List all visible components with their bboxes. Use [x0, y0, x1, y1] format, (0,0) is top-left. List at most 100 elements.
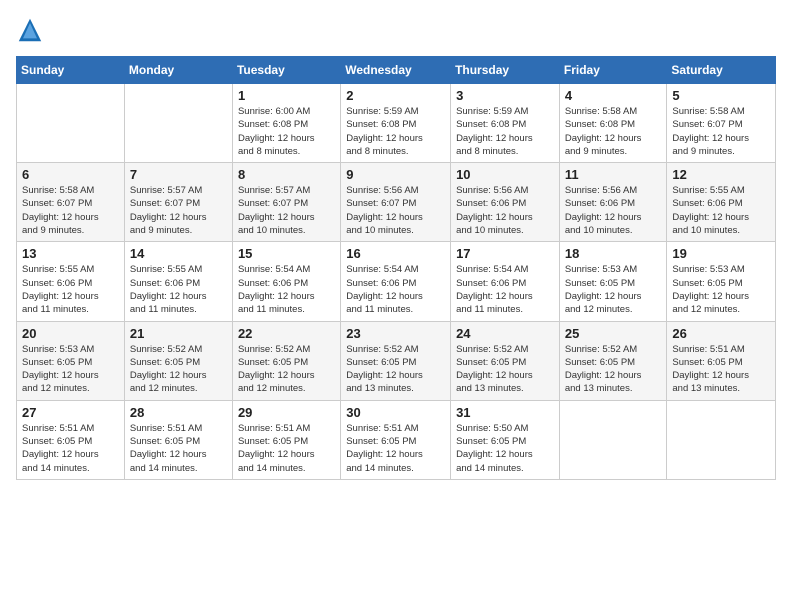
- day-info: Sunrise: 5:53 AM Sunset: 6:05 PM Dayligh…: [565, 263, 662, 316]
- calendar-cell: [667, 400, 776, 479]
- day-info: Sunrise: 5:56 AM Sunset: 6:06 PM Dayligh…: [565, 184, 662, 237]
- week-row-5: 27 Sunrise: 5:51 AM Sunset: 6:05 PM Dayli…: [17, 400, 776, 479]
- calendar-cell: 27 Sunrise: 5:51 AM Sunset: 6:05 PM Dayli…: [17, 400, 125, 479]
- day-info: Sunrise: 5:54 AM Sunset: 6:06 PM Dayligh…: [346, 263, 445, 316]
- day-number: 2: [346, 88, 445, 103]
- calendar-table: SundayMondayTuesdayWednesdayThursdayFrid…: [16, 56, 776, 480]
- day-info: Sunrise: 5:56 AM Sunset: 6:06 PM Dayligh…: [456, 184, 554, 237]
- day-info: Sunrise: 5:51 AM Sunset: 6:05 PM Dayligh…: [238, 422, 335, 475]
- day-info: Sunrise: 5:54 AM Sunset: 6:06 PM Dayligh…: [456, 263, 554, 316]
- calendar-cell: 14 Sunrise: 5:55 AM Sunset: 6:06 PM Dayli…: [124, 242, 232, 321]
- day-info: Sunrise: 5:58 AM Sunset: 6:07 PM Dayligh…: [22, 184, 119, 237]
- day-number: 9: [346, 167, 445, 182]
- calendar-cell: 3 Sunrise: 5:59 AM Sunset: 6:08 PM Daylig…: [451, 84, 560, 163]
- week-row-4: 20 Sunrise: 5:53 AM Sunset: 6:05 PM Dayli…: [17, 321, 776, 400]
- day-number: 6: [22, 167, 119, 182]
- day-number: 28: [130, 405, 227, 420]
- day-number: 19: [672, 246, 770, 261]
- calendar-cell: [17, 84, 125, 163]
- week-row-1: 1 Sunrise: 6:00 AM Sunset: 6:08 PM Daylig…: [17, 84, 776, 163]
- header-monday: Monday: [124, 57, 232, 84]
- day-number: 20: [22, 326, 119, 341]
- calendar-cell: 22 Sunrise: 5:52 AM Sunset: 6:05 PM Dayli…: [232, 321, 340, 400]
- calendar-cell: 17 Sunrise: 5:54 AM Sunset: 6:06 PM Dayli…: [451, 242, 560, 321]
- day-number: 21: [130, 326, 227, 341]
- day-number: 3: [456, 88, 554, 103]
- week-row-2: 6 Sunrise: 5:58 AM Sunset: 6:07 PM Daylig…: [17, 163, 776, 242]
- day-info: Sunrise: 5:55 AM Sunset: 6:06 PM Dayligh…: [672, 184, 770, 237]
- header-row: SundayMondayTuesdayWednesdayThursdayFrid…: [17, 57, 776, 84]
- day-info: Sunrise: 5:52 AM Sunset: 6:05 PM Dayligh…: [130, 343, 227, 396]
- day-number: 18: [565, 246, 662, 261]
- day-info: Sunrise: 5:54 AM Sunset: 6:06 PM Dayligh…: [238, 263, 335, 316]
- calendar-cell: 19 Sunrise: 5:53 AM Sunset: 6:05 PM Dayli…: [667, 242, 776, 321]
- day-info: Sunrise: 5:51 AM Sunset: 6:05 PM Dayligh…: [672, 343, 770, 396]
- calendar-cell: 25Sunrise: 5:52 AM Sunset: 6:05 PM Dayli…: [559, 321, 667, 400]
- day-number: 4: [565, 88, 662, 103]
- header-sunday: Sunday: [17, 57, 125, 84]
- day-info: Sunrise: 5:56 AM Sunset: 6:07 PM Dayligh…: [346, 184, 445, 237]
- calendar-cell: 28 Sunrise: 5:51 AM Sunset: 6:05 PM Dayli…: [124, 400, 232, 479]
- week-row-3: 13 Sunrise: 5:55 AM Sunset: 6:06 PM Dayli…: [17, 242, 776, 321]
- day-number: 24: [456, 326, 554, 341]
- calendar-cell: 6 Sunrise: 5:58 AM Sunset: 6:07 PM Daylig…: [17, 163, 125, 242]
- calendar-cell: 7 Sunrise: 5:57 AM Sunset: 6:07 PM Daylig…: [124, 163, 232, 242]
- day-number: 5: [672, 88, 770, 103]
- day-info: Sunrise: 5:57 AM Sunset: 6:07 PM Dayligh…: [238, 184, 335, 237]
- day-info: Sunrise: 5:55 AM Sunset: 6:06 PM Dayligh…: [22, 263, 119, 316]
- logo-icon: [16, 16, 44, 44]
- day-number: 25: [565, 326, 662, 341]
- header-friday: Friday: [559, 57, 667, 84]
- day-number: 1: [238, 88, 335, 103]
- calendar-cell: 24 Sunrise: 5:52 AM Sunset: 6:05 PM Dayli…: [451, 321, 560, 400]
- day-info: Sunrise: 5:52 AM Sunset: 6:05 PM Dayligh…: [346, 343, 445, 396]
- calendar-cell: [559, 400, 667, 479]
- day-info: Sunrise: 5:55 AM Sunset: 6:06 PM Dayligh…: [130, 263, 227, 316]
- calendar-cell: 5 Sunrise: 5:58 AM Sunset: 6:07 PM Daylig…: [667, 84, 776, 163]
- day-info: Sunrise: 5:52 AM Sunset: 6:05 PM Dayligh…: [238, 343, 335, 396]
- calendar-cell: 29 Sunrise: 5:51 AM Sunset: 6:05 PM Dayli…: [232, 400, 340, 479]
- day-number: 14: [130, 246, 227, 261]
- day-number: 30: [346, 405, 445, 420]
- day-number: 13: [22, 246, 119, 261]
- calendar-cell: 31 Sunrise: 5:50 AM Sunset: 6:05 PM Dayli…: [451, 400, 560, 479]
- day-number: 29: [238, 405, 335, 420]
- day-number: 8: [238, 167, 335, 182]
- day-number: 12: [672, 167, 770, 182]
- day-info: Sunrise: 5:52 AM Sunset: 6:05 PM Dayligh…: [456, 343, 554, 396]
- day-info: Sunrise: 5:51 AM Sunset: 6:05 PM Dayligh…: [346, 422, 445, 475]
- calendar-cell: 13 Sunrise: 5:55 AM Sunset: 6:06 PM Dayli…: [17, 242, 125, 321]
- header-wednesday: Wednesday: [341, 57, 451, 84]
- header-saturday: Saturday: [667, 57, 776, 84]
- day-info: Sunrise: 5:53 AM Sunset: 6:05 PM Dayligh…: [22, 343, 119, 396]
- day-info: Sunrise: 5:59 AM Sunset: 6:08 PM Dayligh…: [456, 105, 554, 158]
- calendar-cell: 12 Sunrise: 5:55 AM Sunset: 6:06 PM Dayli…: [667, 163, 776, 242]
- day-info: Sunrise: 5:53 AM Sunset: 6:05 PM Dayligh…: [672, 263, 770, 316]
- calendar-cell: 18 Sunrise: 5:53 AM Sunset: 6:05 PM Dayli…: [559, 242, 667, 321]
- day-number: 7: [130, 167, 227, 182]
- day-info: Sunrise: 6:00 AM Sunset: 6:08 PM Dayligh…: [238, 105, 335, 158]
- day-number: 27: [22, 405, 119, 420]
- day-number: 17: [456, 246, 554, 261]
- day-info: Sunrise: 5:51 AM Sunset: 6:05 PM Dayligh…: [22, 422, 119, 475]
- calendar-cell: 1 Sunrise: 6:00 AM Sunset: 6:08 PM Daylig…: [232, 84, 340, 163]
- calendar-cell: 15 Sunrise: 5:54 AM Sunset: 6:06 PM Dayli…: [232, 242, 340, 321]
- page-header: [16, 16, 776, 44]
- day-info: Sunrise: 5:51 AM Sunset: 6:05 PM Dayligh…: [130, 422, 227, 475]
- calendar-cell: 30 Sunrise: 5:51 AM Sunset: 6:05 PM Dayli…: [341, 400, 451, 479]
- day-number: 31: [456, 405, 554, 420]
- day-number: 22: [238, 326, 335, 341]
- day-number: 16: [346, 246, 445, 261]
- day-info: Sunrise: 5:50 AM Sunset: 6:05 PM Dayligh…: [456, 422, 554, 475]
- calendar-body: 1 Sunrise: 6:00 AM Sunset: 6:08 PM Daylig…: [17, 84, 776, 480]
- day-number: 15: [238, 246, 335, 261]
- day-info: Sunrise: 5:57 AM Sunset: 6:07 PM Dayligh…: [130, 184, 227, 237]
- header-thursday: Thursday: [451, 57, 560, 84]
- calendar-cell: 11 Sunrise: 5:56 AM Sunset: 6:06 PM Dayli…: [559, 163, 667, 242]
- logo: [16, 16, 48, 44]
- day-number: 26: [672, 326, 770, 341]
- calendar-cell: [124, 84, 232, 163]
- day-info: Sunrise: 5:58 AM Sunset: 6:07 PM Dayligh…: [672, 105, 770, 158]
- day-number: 11: [565, 167, 662, 182]
- day-info: Sunrise: 5:59 AM Sunset: 6:08 PM Dayligh…: [346, 105, 445, 158]
